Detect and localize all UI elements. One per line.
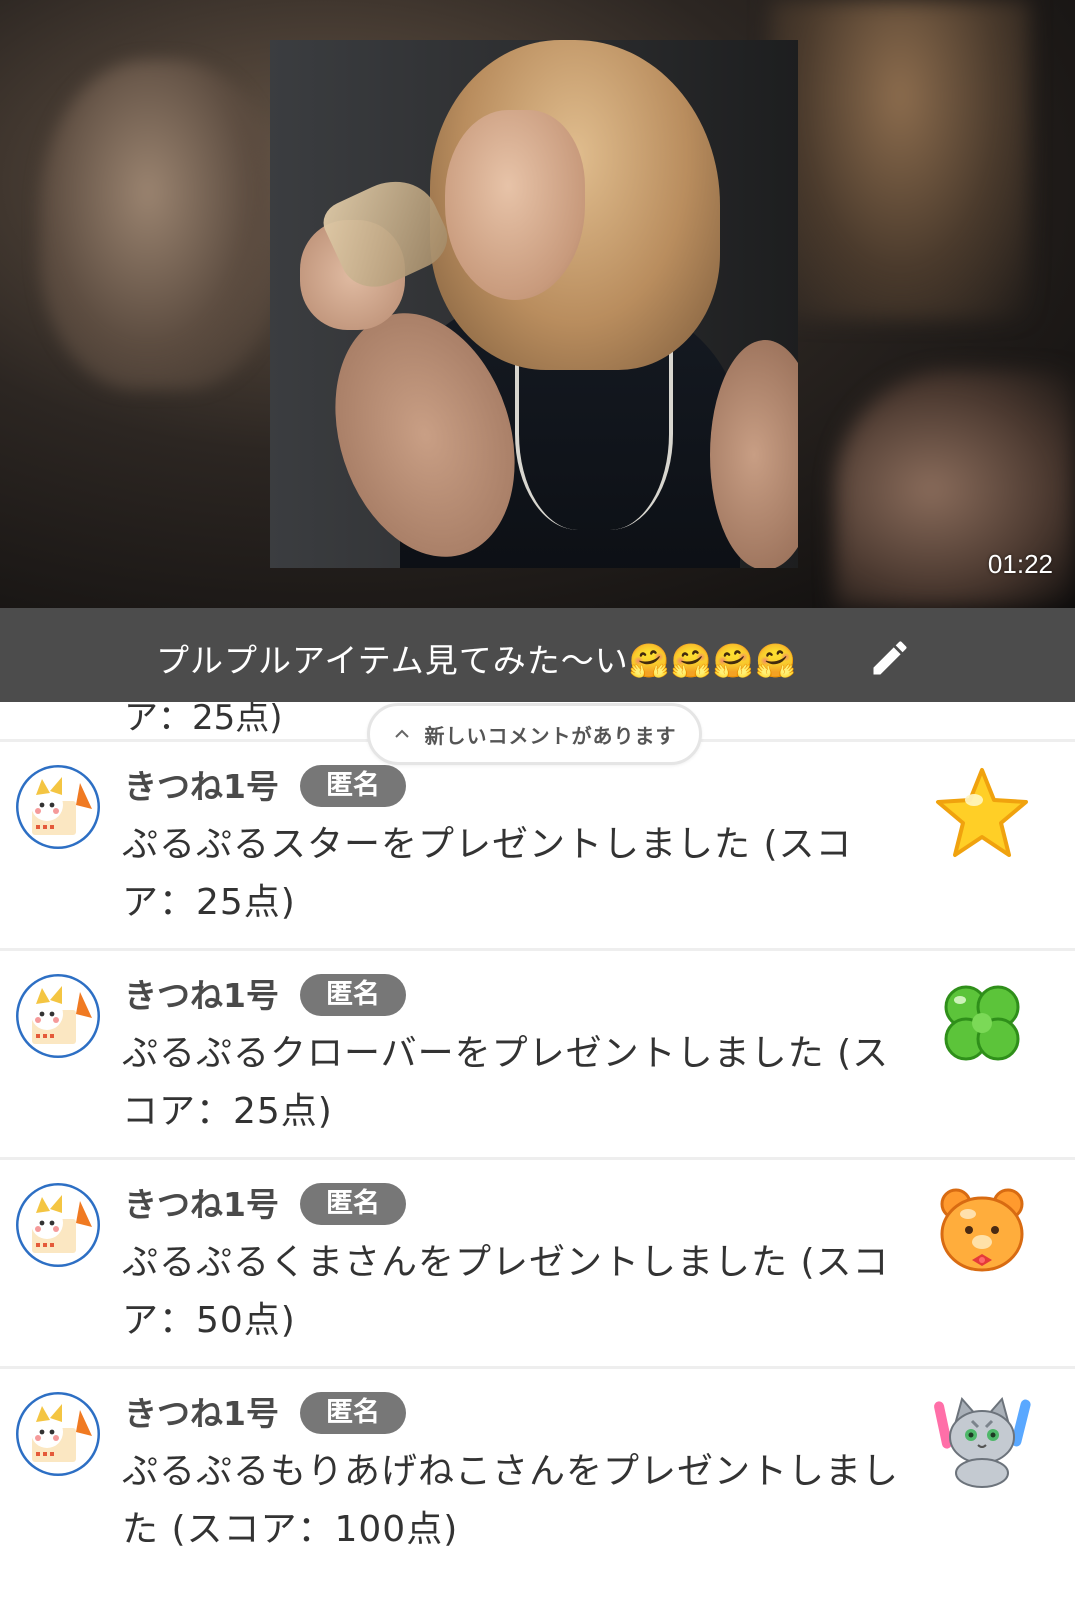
video-player[interactable]: 01:22 xyxy=(0,0,1075,608)
pencil-icon[interactable] xyxy=(868,636,912,680)
fox-avatar[interactable] xyxy=(16,974,100,1058)
caption-bar: プルプルアイテム見てみた〜い🤗🤗🤗🤗 xyxy=(0,608,1075,702)
new-comments-button[interactable]: 新しいコメントがあります xyxy=(367,703,702,765)
comment-list[interactable]: ア：25点) きつね1号 匿名 ぷるぷるスターをプレゼントしました (スコア：2… xyxy=(0,702,1075,1613)
fox-avatar[interactable] xyxy=(16,1392,100,1476)
video-timestamp: 01:22 xyxy=(987,549,1053,579)
anonymous-badge: 匿名 xyxy=(300,765,406,807)
comment-message: ぷるぷるくまさんをプレゼントしました (スコア：50点) xyxy=(122,1242,890,1341)
bear-icon xyxy=(940,1188,1024,1272)
comment-message: ぷるぷるクローバーをプレゼントしました (スコア：25点) xyxy=(122,1033,890,1132)
clover-icon xyxy=(944,985,1020,1061)
commenter-name: きつね1号 xyxy=(124,1185,279,1224)
comment-message: ぷるぷるスターをプレゼントしました (スコア：25点) xyxy=(122,824,853,923)
commenter-name: きつね1号 xyxy=(124,976,279,1015)
comment-row: きつね1号 匿名 ぷるぷるスターをプレゼントしました (スコア：25点) xyxy=(0,739,1075,952)
previous-comment-partial: ア：25点) xyxy=(124,702,283,738)
background-blur-hand xyxy=(40,60,280,390)
anonymous-badge: 匿名 xyxy=(300,974,406,1016)
video-photo xyxy=(270,40,798,568)
new-comments-label: 新しいコメントがあります xyxy=(424,723,677,748)
comment-row: きつね1号 匿名 ぷるぷるクローバーをプレゼントしました (スコア：25点) xyxy=(0,948,1075,1161)
commenter-name: きつね1号 xyxy=(124,767,279,806)
cat-icon xyxy=(934,1396,1031,1488)
comment-row: きつね1号 匿名 ぷるぷるもりあげねこさんをプレゼントしました (スコア：100… xyxy=(0,1366,1075,1579)
comment-row: きつね1号 匿名 ぷるぷるくまさんをプレゼントしました (スコア：50点) xyxy=(0,1157,1075,1370)
background-blur-hair xyxy=(770,0,1030,320)
star-icon xyxy=(936,768,1028,857)
comment-message: ぷるぷるもりあげねこさんをプレゼントしました (スコア：100点) xyxy=(122,1451,900,1550)
commenter-name: きつね1号 xyxy=(124,1394,279,1433)
anonymous-badge: 匿名 xyxy=(300,1392,406,1434)
caption-text: プルプルアイテム見てみた〜い🤗🤗🤗🤗 xyxy=(156,641,798,680)
anonymous-badge: 匿名 xyxy=(300,1183,406,1225)
fox-avatar[interactable] xyxy=(16,1183,100,1267)
fox-avatar[interactable] xyxy=(16,765,100,849)
chevron-up-icon xyxy=(394,729,409,738)
